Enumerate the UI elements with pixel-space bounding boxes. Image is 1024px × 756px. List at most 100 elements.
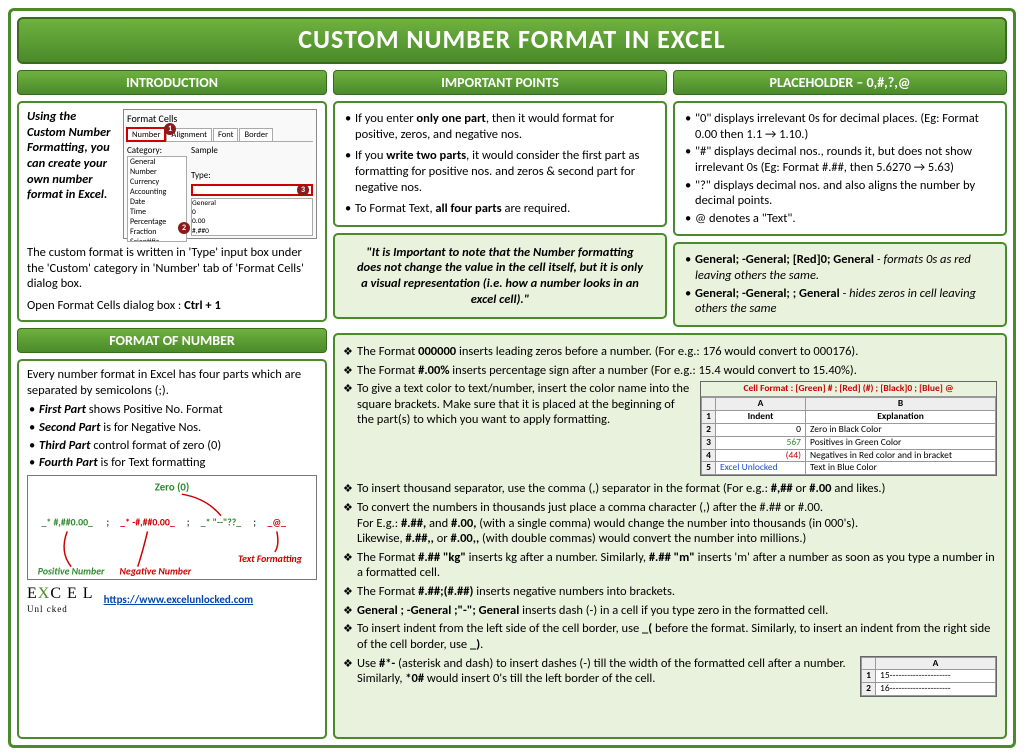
svg-text:;: ; — [253, 515, 256, 528]
format-sample-list: General 0 0.00 #,##0 #,##0.00 — [191, 198, 313, 236]
svg-pos-fmt: _* #,##0.00_ — [41, 516, 93, 528]
r0a: 0 — [716, 423, 806, 436]
tab-border: Border — [239, 128, 273, 142]
ph-0: "0" displays irrelevant 0s for decimal p… — [683, 111, 997, 142]
logo: EXC E L Unl cked — [27, 584, 94, 615]
sample-label: Sample — [191, 145, 313, 156]
svg-text-lbl: Text Formatting — [238, 553, 303, 565]
gen-0: General; -General; [Red]0; General - for… — [683, 252, 997, 283]
badge-3: 3 — [297, 184, 309, 196]
cat-currency: Currency — [128, 177, 186, 187]
col-b: B — [806, 398, 996, 411]
imp-1: If you enter only one part, then it woul… — [343, 111, 657, 142]
site-link[interactable]: https://www.excelunlocked.com — [104, 593, 254, 607]
top-right-row: IMPORTANT POINTS If you enter only one p… — [333, 70, 1007, 327]
cat-number: Number — [128, 167, 186, 177]
r1a: 567 — [716, 436, 806, 449]
color-table-title: Cell Format : [Green] # ; [Red] (#) ; [B… — [701, 382, 996, 397]
tip-10: A 115--------------------- 216----------… — [343, 656, 997, 687]
fmt-2: 0.00 — [192, 217, 312, 226]
col-a: A — [716, 398, 806, 411]
fon-diagram: Zero (0) _* #,##0.00_ ; _* -#,##0.00_ ; … — [27, 475, 317, 580]
gen-1: General; -General; ; General - hides zer… — [683, 286, 997, 317]
shortcut-key: Ctrl + 1 — [184, 298, 221, 313]
intro-header: INTRODUCTION — [17, 70, 327, 96]
tip-1: The Format 000000 inserts leading zeros … — [343, 344, 997, 360]
tip-5: To convert the numbers in thousands just… — [343, 500, 997, 547]
page-title: CUSTOM NUMBER FORMAT IN EXCEL — [17, 17, 1007, 64]
cat-time: Time — [128, 207, 186, 217]
dash-table: A 115--------------------- 216----------… — [860, 656, 997, 698]
placeholder-header: PLACEHOLDER – 0,#,?,@ — [673, 70, 1007, 96]
color-table: Cell Format : [Green] # ; [Red] (#) ; [B… — [700, 381, 997, 476]
svg-zero-label: Zero (0) — [155, 480, 189, 493]
dialog-tabs: Number 1 Alignment Font Border — [127, 128, 313, 143]
cat-date: Date — [128, 197, 186, 207]
tab-font: Font — [213, 128, 239, 142]
ph-2: "?" displays decimal nos. and also align… — [683, 178, 997, 209]
tip-3: Cell Format : [Green] # ; [Red] (#) ; [B… — [343, 381, 997, 478]
footer-row: EXC E L Unl cked https://www.excelunlock… — [27, 584, 317, 615]
svg-neg-fmt: _* -#,##0.00_ — [120, 516, 175, 528]
intro-para: The custom format is written in 'Type' i… — [27, 245, 317, 292]
fon-part-2: Second Part is for Negative Nos. — [27, 420, 317, 436]
dash-r1: 15--------------------- — [876, 670, 996, 683]
fon-part-1: First Part shows Positive No. Format — [27, 402, 317, 418]
svg-text:;: ; — [187, 515, 190, 528]
tip-7: The Format #.##;(#.##) inserts negative … — [343, 584, 997, 600]
fon-para: Every number format in Excel has four pa… — [27, 367, 317, 398]
ph-3: @ denotes a "Text". — [683, 211, 997, 227]
tab-number: Number — [127, 128, 165, 142]
svg-text-fmt: _@_ — [268, 516, 287, 528]
important-box: If you enter only one part, then it woul… — [333, 101, 667, 227]
intro-lead: Using the Custom Number Formatting, you … — [27, 109, 117, 239]
ph-1: "#" displays decimal nos., rounds it, bu… — [683, 144, 997, 175]
svg-neg-lbl: Negative Number — [119, 565, 191, 576]
h-expl: Explanation — [806, 410, 996, 423]
svg-text:;: ; — [106, 515, 109, 528]
quote-box: "It is Important to note that the Number… — [333, 233, 667, 320]
quote-text: "It is Important to note that the Number… — [343, 241, 657, 312]
dialog-title: Format Cells — [127, 113, 313, 126]
r0b: Zero in Black Color — [806, 423, 996, 436]
dash-col: A — [876, 657, 996, 670]
tip-4: To insert thousand separator, use the co… — [343, 481, 997, 497]
page-frame: CUSTOM NUMBER FORMAT IN EXCEL INTRODUCTI… — [8, 8, 1016, 748]
fon-parts-list: First Part shows Positive No. Format Sec… — [27, 402, 317, 471]
fon-part-3: Third Part control format of zero (0) — [27, 438, 317, 454]
important-header: IMPORTANT POINTS — [333, 70, 667, 96]
fon-box: Every number format in Excel has four pa… — [17, 359, 327, 739]
svg-pos-lbl: Positive Number — [38, 565, 105, 576]
type-input: 3 — [191, 184, 313, 196]
intro-box: Using the Custom Number Formatting, you … — [17, 101, 327, 322]
fmt-3: #,##0 — [192, 227, 312, 236]
badge-2: 2 — [178, 222, 190, 234]
intro-shortcut: Open Format Cells dialog box : Ctrl + 1 — [27, 298, 317, 314]
imp-2: If you write two parts, it would conside… — [343, 148, 657, 195]
general-box: General; -General; [Red]0; General - for… — [673, 242, 1007, 327]
cat-general: General — [128, 157, 186, 167]
right-column: IMPORTANT POINTS If you enter only one p… — [333, 70, 1007, 740]
r3a: Excel Unlocked — [716, 462, 806, 475]
imp-3: To Format Text, all four parts are requi… — [343, 201, 657, 217]
shortcut-label: Open Format Cells dialog box : — [27, 298, 184, 313]
badge-1: 1 — [164, 123, 176, 135]
r2a: (44) — [716, 449, 806, 462]
r1b: Positives in Green Color — [806, 436, 996, 449]
dash-r2: 16--------------------- — [876, 683, 996, 696]
cat-scientific: Scientific — [128, 237, 186, 242]
fmt-0: General — [192, 199, 312, 208]
tip-6: The Format #.## "kg" inserts kg after a … — [343, 550, 997, 581]
category-label: Category: — [127, 145, 187, 156]
cat-accounting: Accounting — [128, 187, 186, 197]
fmt-1: 0 — [192, 208, 312, 217]
fon-part-4: Fourth Part is for Text formatting — [27, 455, 317, 471]
placeholder-box: "0" displays irrelevant 0s for decimal p… — [673, 101, 1007, 236]
columns: INTRODUCTION Using the Custom Number For… — [17, 70, 1007, 740]
fon-header: FORMAT OF NUMBER — [17, 328, 327, 354]
h-indent: Indent — [716, 410, 806, 423]
tip-8: General ; -General ;"-"; General inserts… — [343, 603, 997, 619]
tips-box: The Format 000000 inserts leading zeros … — [333, 333, 1007, 739]
type-label: Type: — [191, 170, 313, 181]
r2b: Negatives in Red color and in bracket — [806, 449, 996, 462]
